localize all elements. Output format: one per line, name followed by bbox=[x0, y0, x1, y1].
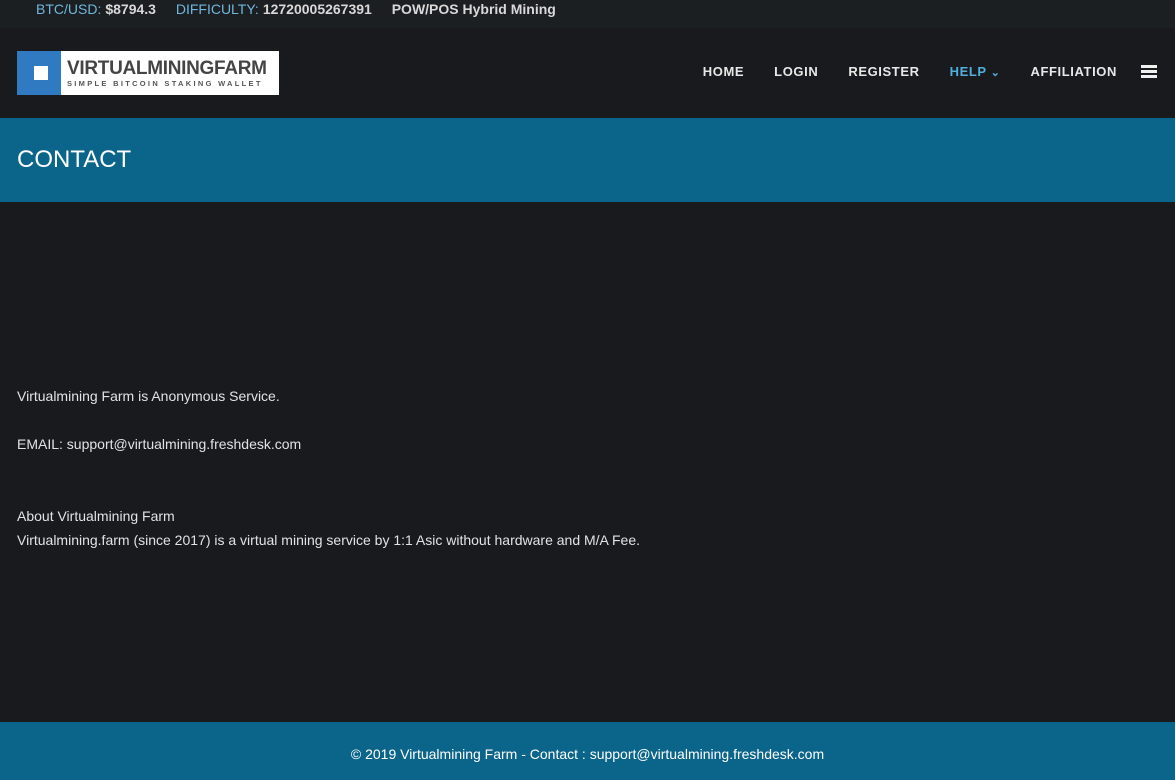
hamburger-menu-icon[interactable] bbox=[1141, 65, 1157, 78]
logo[interactable]: VIRTUALMININGFARM SIMPLE BITCOIN STAKING… bbox=[17, 51, 279, 95]
btc-value: $8794.3 bbox=[105, 1, 156, 17]
ticker-bar: BTC/USD: $8794.3 DIFFICULTY: 1272000526739… bbox=[0, 0, 1175, 28]
footer-text: © 2019 Virtualmining Farm - Contact : su… bbox=[350, 746, 825, 762]
logo-icon bbox=[17, 51, 61, 95]
difficulty-value: 12720005267391 bbox=[262, 1, 372, 17]
footer: © 2019 Virtualmining Farm - Contact : su… bbox=[0, 722, 1175, 780]
about-text: Virtualmining.farm (since 2017) is a vir… bbox=[17, 532, 641, 548]
nav-register[interactable]: REGISTER bbox=[848, 64, 919, 79]
nav-affiliation[interactable]: AFFILIATION bbox=[1030, 64, 1117, 79]
logo-title: VIRTUALMININGFARM bbox=[67, 57, 267, 79]
tagline: POW/POS Hybrid Mining bbox=[391, 1, 556, 17]
content: Virtualmining Farm is Anonymous Service.… bbox=[0, 202, 1175, 722]
email-text: EMAIL: support@virtualmining.freshdesk.c… bbox=[17, 436, 302, 452]
main-nav: HOME LOGIN REGISTER HELP ⌄ AFFILIATION bbox=[673, 64, 1157, 79]
nav-help[interactable]: HELP ⌄ bbox=[950, 64, 1001, 79]
nav-login[interactable]: LOGIN bbox=[774, 64, 818, 79]
chevron-down-icon: ⌄ bbox=[990, 67, 1001, 79]
btc-label: BTC/USD: bbox=[36, 1, 102, 17]
nav-help-label: HELP bbox=[949, 64, 987, 79]
difficulty-label: DIFFICULTY: bbox=[175, 1, 259, 17]
header: VIRTUALMININGFARM SIMPLE BITCOIN STAKING… bbox=[0, 28, 1175, 118]
page-banner: CONTACT bbox=[0, 118, 1175, 202]
page-title: CONTACT bbox=[17, 146, 132, 173]
logo-subtitle: SIMPLE BITCOIN STAKING WALLET bbox=[67, 78, 263, 88]
nav-home[interactable]: HOME bbox=[703, 64, 744, 79]
about-title: About Virtualmining Farm bbox=[17, 508, 175, 524]
anonymous-text: Virtualmining Farm is Anonymous Service. bbox=[17, 388, 280, 404]
